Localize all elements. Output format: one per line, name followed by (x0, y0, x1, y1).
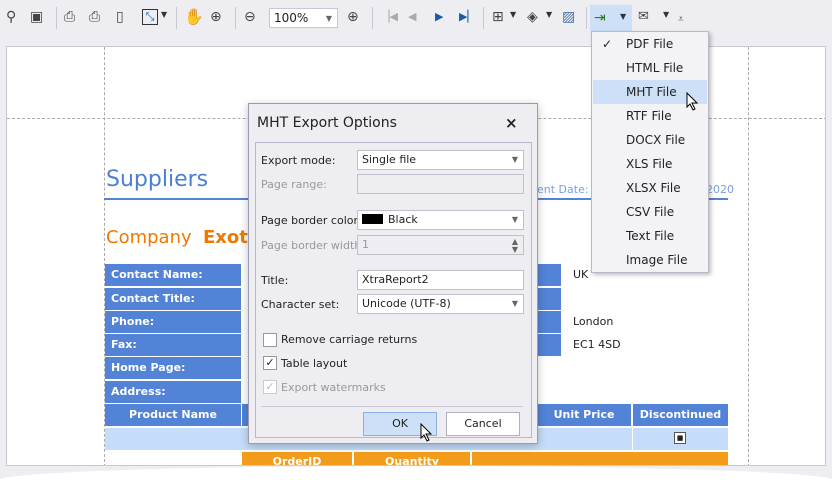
last-page-icon[interactable]: ▶▏ (459, 7, 476, 27)
print-icon[interactable]: ⎙ (64, 7, 75, 27)
multiple-pages-icon[interactable]: ⊞ (492, 7, 504, 27)
export-mode-select[interactable]: Single file ▼ (357, 150, 524, 170)
border-color-select[interactable]: Black ▼ (357, 210, 524, 230)
first-page-icon[interactable]: ▕◀ (381, 7, 398, 27)
title-label: Title: (261, 274, 289, 287)
menu-item-html[interactable]: HTML File (593, 56, 707, 80)
company-value: Exoti (203, 227, 255, 248)
remove-cr-checkbox[interactable] (263, 333, 277, 347)
binoculars-icon[interactable]: ⚲ (6, 7, 16, 27)
border-color-label: Page border color: (261, 214, 362, 227)
next-page-icon[interactable]: ▶ (435, 7, 443, 27)
export-icon: ⇥ (594, 10, 606, 26)
menu-item-docx[interactable]: DOCX File (593, 128, 707, 152)
save-icon[interactable]: ▣ (30, 7, 43, 27)
scale-icon[interactable]: ⤡ (142, 9, 158, 25)
discontinued-checkbox: ■ (674, 432, 686, 444)
email-icon[interactable]: ✉ (638, 7, 649, 27)
close-icon[interactable]: × (505, 114, 518, 132)
zoom-value: 100% (274, 11, 309, 25)
table-layout-checkbox[interactable]: ✓ (263, 356, 277, 370)
report-date-year: 2020 (706, 183, 734, 196)
charset-label: Character set: (261, 298, 340, 311)
export-button[interactable]: ⇥ ▼ (590, 5, 632, 31)
menu-item-xls[interactable]: XLS File (593, 152, 707, 176)
export-mode-label: Export mode: (261, 154, 336, 167)
column-header: OrderID (242, 452, 352, 465)
export-watermarks-checkbox[interactable]: ✓ (263, 380, 277, 394)
title-input[interactable]: XtraReport2 (357, 270, 524, 290)
field-label: Contact Title: (105, 288, 241, 310)
export-watermarks-label: Export watermarks (281, 381, 386, 394)
field-value: EC1 4SD (573, 338, 621, 351)
border-color-value: Black (388, 213, 418, 226)
field-label: Contact Name: (105, 264, 241, 286)
border-width-label: Page border width: (261, 239, 365, 252)
field-value: London (573, 315, 614, 328)
page-setup-icon[interactable]: ▯ (116, 7, 124, 27)
dialog-title: MHT Export Options (257, 115, 397, 131)
mouse-cursor-icon (420, 423, 433, 442)
report-title: Suppliers (106, 167, 209, 192)
previous-page-icon[interactable]: ◀ (408, 7, 416, 27)
charset-select[interactable]: Unicode (UTF-8) ▼ (357, 294, 524, 314)
table-layout-label: Table layout (281, 357, 348, 370)
export-mode-value: Single file (362, 153, 417, 166)
zoom-in-icon[interactable]: ⊕ (347, 7, 359, 27)
field-label: Address: (105, 381, 241, 403)
hand-tool-icon[interactable]: ✋ (184, 7, 204, 27)
cancel-button[interactable]: Cancel (446, 412, 520, 436)
export-menu: ✓ PDF File HTML File MHT File RTF File DO… (591, 31, 709, 273)
company-label: Company (106, 227, 192, 248)
remove-cr-label: Remove carriage returns (281, 333, 418, 346)
customize-icon[interactable]: ⩡ (678, 10, 684, 30)
mouse-cursor-icon (686, 92, 699, 111)
page-range-label: Page range: (261, 178, 327, 191)
check-icon: ✓ (602, 37, 613, 51)
magnifier-icon[interactable]: ⊕ (210, 7, 222, 27)
menu-item-csv[interactable]: CSV File (593, 200, 707, 224)
color-swatch (362, 214, 383, 224)
border-width-spinner[interactable]: 1 ▲ ▼ (357, 235, 524, 255)
toolbar: ⚲ ▣ ⎙ ⎙ ▯ ⤡ ▼ ✋ ⊕ ⊖ 100% ▼ ⊕ ▕◀ ◀ ▶ ▶▏ ⊞ ▼ … (0, 0, 832, 34)
charset-value: Unicode (UTF-8) (362, 297, 451, 310)
menu-item-image[interactable]: Image File (593, 248, 707, 272)
watermark-icon[interactable]: ▨ (562, 7, 575, 27)
menu-item-pdf[interactable]: ✓ PDF File (593, 32, 707, 56)
field-value: UK (573, 268, 589, 281)
border-width-value: 1 (362, 238, 369, 251)
fill-background-icon[interactable]: ◈ (527, 7, 538, 27)
column-header: Discontinued (633, 404, 728, 426)
field-label: Phone: (105, 311, 241, 333)
page-range-input[interactable] (357, 174, 524, 194)
zoom-combobox[interactable]: 100% ▼ (269, 8, 338, 28)
menu-item-text[interactable]: Text File (593, 224, 707, 248)
column-header: Product Name (105, 404, 241, 426)
menu-item-xlsx[interactable]: XLSX File (593, 176, 707, 200)
mht-export-options-dialog: MHT Export Options × Export mode: Single… (248, 103, 538, 444)
zoom-out-icon[interactable]: ⊖ (244, 7, 256, 27)
field-label: Home Page: (105, 357, 241, 379)
quick-print-icon[interactable]: ⎙ (89, 7, 100, 27)
column-header: Unit Price (537, 404, 631, 426)
column-header: Quantity (354, 452, 470, 465)
field-label: Fax: (105, 334, 241, 356)
